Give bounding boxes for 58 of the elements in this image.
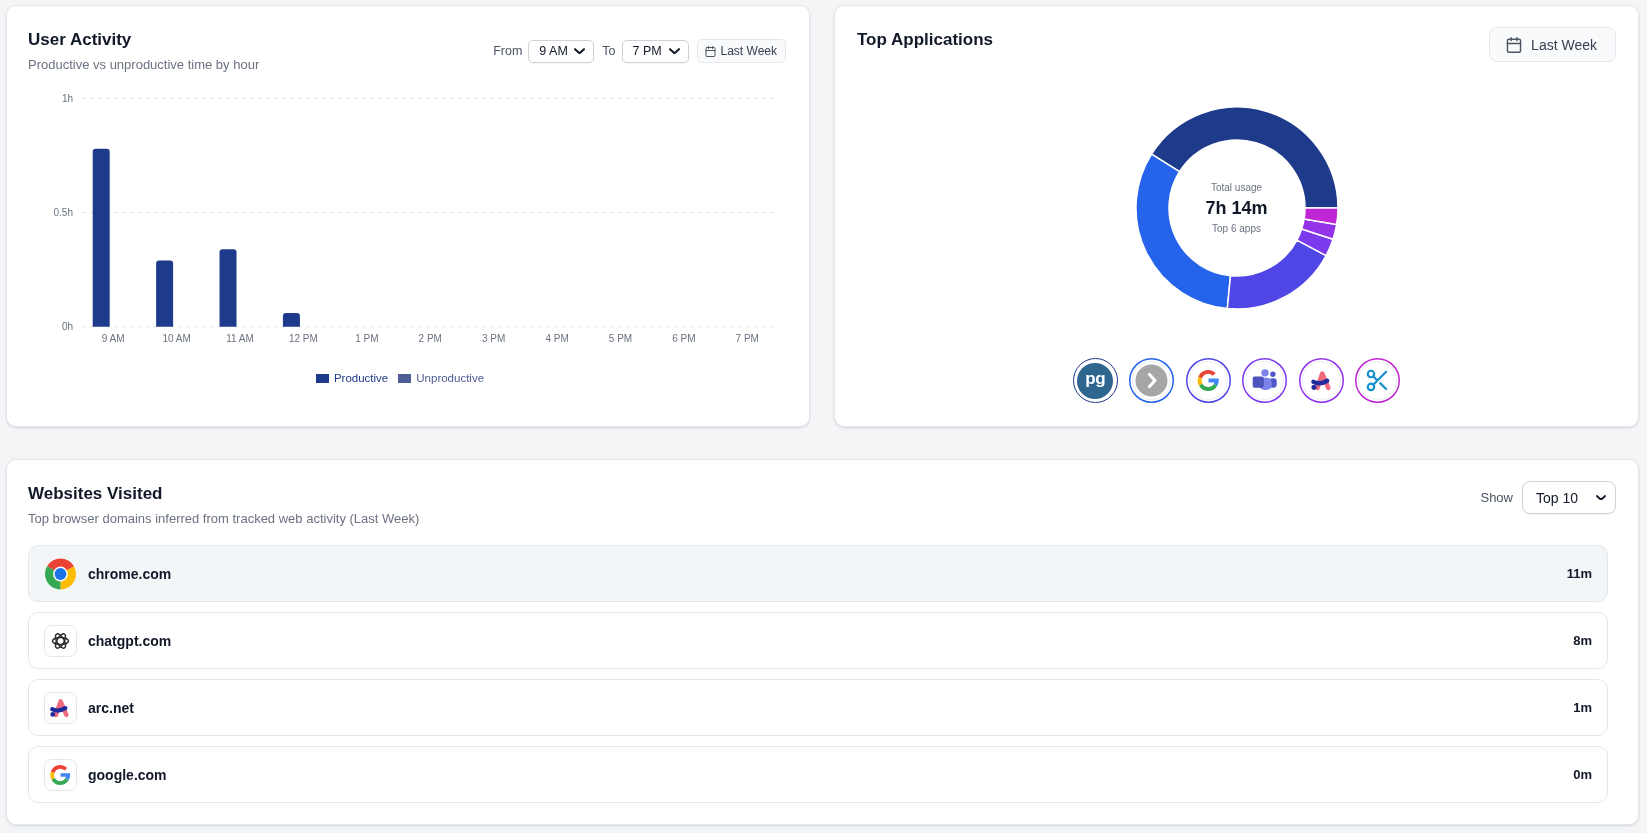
x-axis-label: 2 PM — [418, 332, 442, 344]
x-axis-label: 5 PM — [608, 332, 633, 344]
x-axis-label: 10 AM — [162, 332, 191, 344]
x-axis-label: 9 AM — [101, 332, 125, 344]
ribbon-logo-icon — [44, 691, 77, 724]
chevron-down-icon — [668, 47, 680, 55]
calendar-icon — [1506, 36, 1523, 53]
website-row[interactable]: chrome.com 11m — [28, 545, 1608, 602]
card-subtitle: Top browser domains inferred from tracked web activity (Last Week) — [28, 510, 420, 528]
from-label: From — [493, 44, 523, 58]
x-axis-label: 11 AM — [226, 332, 254, 344]
calendar-icon — [704, 45, 716, 57]
domain-name: chatgpt.com — [88, 632, 172, 649]
x-axis-label: 1 PM — [355, 332, 379, 344]
from-select[interactable]: 9 AM — [528, 39, 595, 63]
total-usage-label: Total usage — [1210, 181, 1263, 194]
x-axis-label: 6 PM — [672, 332, 696, 344]
x-axis-label: 7 PM — [735, 332, 759, 344]
to-label: To — [602, 44, 616, 58]
website-row[interactable]: google.com 0m — [28, 746, 1608, 803]
bar — [282, 313, 300, 327]
chevron-down-icon — [574, 47, 586, 55]
to-select[interactable]: 7 PM — [621, 39, 689, 63]
card-subtitle: Productive vs unproductive time by hour — [28, 56, 260, 74]
domain-name: chrome.com — [88, 565, 172, 582]
knot-logo-icon — [44, 624, 77, 657]
legend-swatch-icon — [315, 373, 329, 383]
card-title: Top Applications — [857, 29, 993, 51]
g-logo-icon — [44, 758, 77, 791]
x-axis-label: 4 PM — [545, 332, 569, 344]
domain-name: google.com — [88, 766, 167, 783]
time-spent: 8m — [1573, 633, 1592, 648]
text-logo-badge: pg — [1072, 358, 1118, 403]
bar — [156, 260, 174, 327]
time-spent: 11m — [1566, 566, 1592, 581]
y-axis-label: 0h — [61, 321, 73, 333]
show-label: Show — [1480, 490, 1513, 505]
date-range-button[interactable]: Last Week — [696, 39, 786, 63]
legend-label: Productive — [333, 372, 389, 384]
total-usage-value: 7h 14m — [1205, 197, 1268, 220]
x-axis-label: 12 PM — [289, 332, 318, 344]
x-axis-label: 3 PM — [482, 332, 506, 344]
y-axis-label: 0.5h — [53, 207, 73, 219]
total-usage-caption: Top 6 apps — [1212, 222, 1261, 235]
domain-name: arc.net — [88, 699, 134, 716]
chevron-down-icon — [1596, 494, 1606, 501]
y-axis-label: 1h — [61, 92, 73, 104]
website-row[interactable]: arc.net 1m — [28, 679, 1608, 736]
date-range-button[interactable]: Last Week — [1489, 27, 1616, 62]
card-title: User Activity — [28, 29, 132, 51]
time-spent: 1m — [1573, 700, 1592, 715]
tricolor-circle-icon — [44, 557, 77, 590]
show-select[interactable]: Top 10 — [1522, 481, 1616, 514]
legend-swatch-icon — [398, 373, 412, 383]
card-title: Websites Visited — [28, 483, 163, 505]
legend-label: Unproductive — [416, 372, 485, 384]
time-spent: 0m — [1573, 767, 1592, 782]
website-row[interactable]: chatgpt.com 8m — [28, 612, 1608, 669]
